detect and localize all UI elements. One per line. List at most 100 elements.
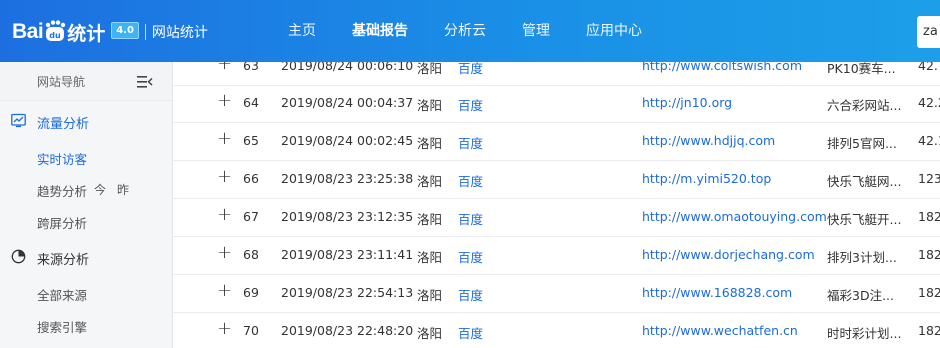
visitor-ip: 42.2 xyxy=(918,95,940,110)
visitor-city: 洛阳 xyxy=(417,136,443,151)
landing-url-link[interactable]: http://www.omaotouying.com xyxy=(642,209,827,224)
visit-time: 2019/08/23 22:48:20 xyxy=(281,323,414,338)
chart-icon xyxy=(11,113,26,128)
visit-time: 2019/08/23 23:25:38 xyxy=(281,171,414,186)
source-engine-link[interactable]: 百度 xyxy=(458,209,483,228)
sidebar-title: 网站导航 xyxy=(37,75,86,89)
row-index: 70 xyxy=(243,323,259,338)
sidebar-item-cross-screen[interactable]: 跨屏分析 xyxy=(37,213,87,232)
user-account-dropdown[interactable]: za xyxy=(917,16,940,48)
landing-url-link[interactable]: http://m.yimi520.top xyxy=(642,171,771,186)
landing-url-link[interactable]: http://jn10.org xyxy=(642,95,732,110)
visitor-city: 洛阳 xyxy=(417,250,443,265)
visitor-ip: 182 xyxy=(918,323,940,338)
row-index: 66 xyxy=(243,171,259,186)
trend-today-link[interactable]: 今 xyxy=(94,181,106,198)
landing-url-link[interactable]: http://www.168828.com xyxy=(642,285,792,300)
expand-row-icon[interactable]: + xyxy=(217,319,232,339)
nav-basic-reports[interactable]: 基础报告 xyxy=(334,0,426,62)
nav-analytics-cloud[interactable]: 分析云 xyxy=(426,0,504,62)
visit-time: 2019/08/24 00:04:37 xyxy=(281,95,414,110)
visitor-city: 洛阳 xyxy=(417,288,443,303)
nav-management[interactable]: 管理 xyxy=(504,0,568,62)
sidebar-item-all-sources[interactable]: 全部来源 xyxy=(37,285,87,304)
source-engine-link[interactable]: 百度 xyxy=(458,171,483,190)
sidebar-item-trend-analysis[interactable]: 趋势分析 xyxy=(37,181,87,200)
table-row: + 67 2019/08/23 23:12:35 洛阳 百度 http://ww… xyxy=(173,198,940,237)
visitor-ip: 182 xyxy=(918,209,940,224)
site-title: 网站统计 xyxy=(151,25,208,41)
top-navigation-bar: Bai du 统计 4.0 网站统计 主页 基础报告 分析云 管理 应用中心 z… xyxy=(0,0,940,62)
row-index: 68 xyxy=(243,247,259,262)
logo-bai-text: Bai xyxy=(12,20,44,43)
row-index: 63 xyxy=(243,62,259,73)
trend-yesterday-link[interactable]: 昨 xyxy=(117,181,129,198)
table-row: + 68 2019/08/23 23:11:41 洛阳 百度 http://ww… xyxy=(173,236,940,275)
visitor-ip: 42. xyxy=(918,62,938,73)
baidu-tongji-logo[interactable]: Bai du 统计 4.0 网站统计 xyxy=(12,18,208,46)
sidebar-item-search-engines[interactable]: 搜索引擎 xyxy=(37,317,87,336)
source-engine-link[interactable]: 百度 xyxy=(458,323,483,342)
logo-tongji-text: 统计 xyxy=(67,22,106,45)
sidebar: 网站导航 流量分析 实时访客 趋势分析 今 昨 跨屏分析 来源分析 全部来源 搜… xyxy=(0,62,173,348)
table-row: + 64 2019/08/24 00:04:37 洛阳 百度 http://jn… xyxy=(173,84,940,123)
source-engine-link[interactable]: 百度 xyxy=(458,133,483,152)
source-engine-link[interactable]: 百度 xyxy=(458,247,483,266)
expand-row-icon[interactable]: + xyxy=(217,129,232,149)
nav-home[interactable]: 主页 xyxy=(270,0,334,62)
visit-time: 2019/08/23 22:54:13 xyxy=(281,285,414,300)
visit-time: 2019/08/24 00:06:10 xyxy=(281,62,414,73)
table-row: + 63 2019/08/24 00:06:10 洛阳 百度 http://ww… xyxy=(173,62,940,86)
collapse-menu-icon[interactable] xyxy=(137,74,153,88)
row-index: 65 xyxy=(243,133,259,148)
visit-time: 2019/08/23 23:11:41 xyxy=(281,247,414,262)
source-engine-link[interactable]: 百度 xyxy=(458,285,483,304)
source-engine-link[interactable]: 百度 xyxy=(458,62,483,77)
visitor-city: 洛阳 xyxy=(417,212,443,227)
search-keyword: 福彩3D注... xyxy=(827,288,894,303)
sidebar-header: 网站导航 xyxy=(0,62,172,101)
main-nav: 主页 基础报告 分析云 管理 应用中心 xyxy=(270,0,660,62)
sidebar-item-realtime-visitors[interactable]: 实时访客 xyxy=(37,149,87,168)
landing-url-link[interactable]: http://www.dorjechang.com xyxy=(642,247,815,262)
sidebar-group-traffic[interactable]: 流量分析 xyxy=(0,102,172,140)
sidebar-group-sources[interactable]: 来源分析 xyxy=(0,238,172,276)
row-index: 69 xyxy=(243,285,259,300)
search-keyword: 时时彩计划... xyxy=(827,326,902,341)
expand-row-icon[interactable]: + xyxy=(217,167,232,187)
expand-row-icon[interactable]: + xyxy=(217,91,232,111)
table-row: + 69 2019/08/23 22:54:13 洛阳 百度 http://ww… xyxy=(173,274,940,313)
row-index: 64 xyxy=(243,95,259,110)
pie-icon xyxy=(11,249,26,264)
search-keyword: 排列3计划... xyxy=(827,250,897,265)
sidebar-group-traffic-label: 流量分析 xyxy=(37,117,90,132)
table-row: + 66 2019/08/23 23:25:38 洛阳 百度 http://m.… xyxy=(173,160,940,199)
row-index: 67 xyxy=(243,209,259,224)
visitor-ip: 182 xyxy=(918,247,940,262)
expand-row-icon[interactable]: + xyxy=(217,62,232,74)
search-keyword: PK10赛车... xyxy=(827,62,896,76)
visit-time: 2019/08/24 00:02:45 xyxy=(281,133,414,148)
table-row: + 65 2019/08/24 00:02:45 洛阳 百度 http://ww… xyxy=(173,122,940,161)
landing-url-link[interactable]: http://www.wechatfen.cn xyxy=(642,323,798,338)
sidebar-group-sources-label: 来源分析 xyxy=(37,253,90,268)
search-keyword: 快乐飞艇开... xyxy=(827,212,902,227)
table-row: + 70 2019/08/23 22:48:20 洛阳 百度 http://ww… xyxy=(173,312,940,348)
search-keyword: 快乐飞艇网... xyxy=(827,174,902,189)
baidu-paw-icon: du xyxy=(44,20,66,42)
visitor-city: 洛阳 xyxy=(417,62,443,76)
expand-row-icon[interactable]: + xyxy=(217,281,232,301)
expand-row-icon[interactable]: + xyxy=(217,243,232,263)
search-keyword: 六合彩网站... xyxy=(827,98,902,113)
nav-app-center[interactable]: 应用中心 xyxy=(568,0,660,62)
visitor-city: 洛阳 xyxy=(417,326,443,341)
landing-url-link[interactable]: http://www.coltswish.com xyxy=(642,62,802,73)
visitor-city: 洛阳 xyxy=(417,98,443,113)
source-engine-link[interactable]: 百度 xyxy=(458,95,483,114)
expand-row-icon[interactable]: + xyxy=(217,205,232,225)
logo-du-text: du xyxy=(49,31,61,40)
visitor-ip: 42.1 xyxy=(918,133,940,148)
visitor-ip: 123 xyxy=(918,171,940,186)
landing-url-link[interactable]: http://www.hdjjq.com xyxy=(642,133,775,148)
logo-divider xyxy=(144,24,146,40)
